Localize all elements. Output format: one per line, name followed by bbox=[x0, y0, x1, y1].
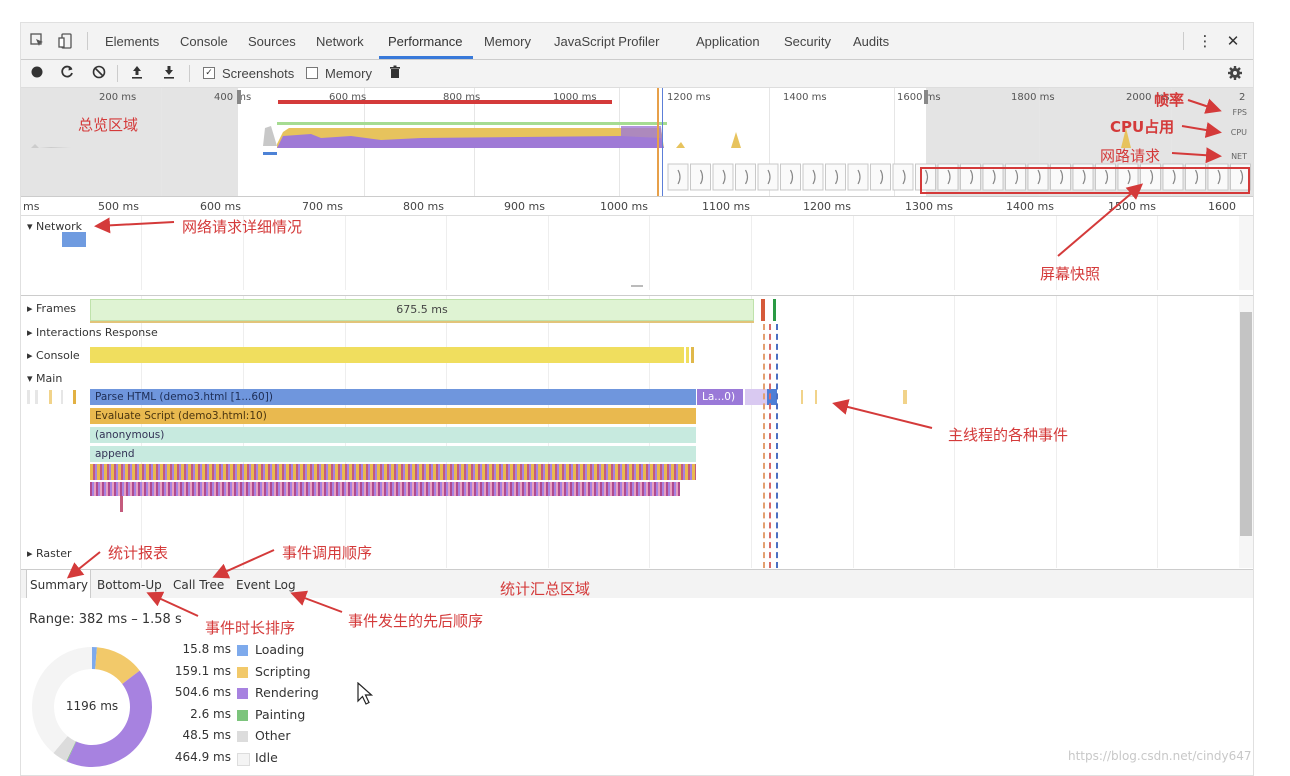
annotation-net: 网路请求 bbox=[1100, 147, 1161, 165]
annotation-summary-area: 统计汇总区域 bbox=[500, 580, 591, 598]
annotation-event-order: 事件发生的先后顺序 bbox=[348, 612, 484, 630]
annotation-cpu: CPU占用 bbox=[1110, 118, 1175, 136]
annotation-overview: 总览区域 bbox=[78, 116, 139, 134]
annotation-duration-sort: 事件时长排序 bbox=[205, 619, 296, 637]
annotation-arrows bbox=[66, 98, 1250, 617]
annotation-main-events: 主线程的各种事件 bbox=[948, 426, 1069, 444]
annotation-screenshots: 屏幕快照 bbox=[1040, 265, 1101, 283]
annotation-call-order: 事件调用顺序 bbox=[282, 544, 373, 562]
annotation-fps: 帧率 bbox=[1154, 91, 1185, 109]
annotation-network-detail: 网络请求详细情况 bbox=[182, 218, 303, 236]
annotation-stats-report: 统计报表 bbox=[108, 544, 169, 562]
